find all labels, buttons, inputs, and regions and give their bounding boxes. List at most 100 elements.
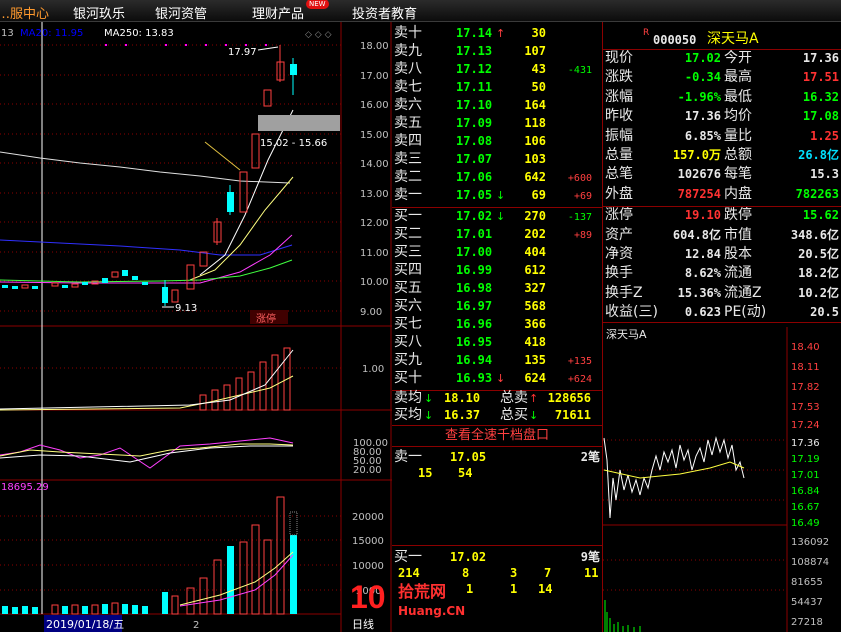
view-full-depth-button[interactable]: 查看全速千档盘口 bbox=[392, 427, 602, 444]
sell-level-row[interactable]: 卖二 17.06 642 +600 bbox=[392, 169, 602, 187]
arrow-down-icon: ↓ bbox=[496, 189, 506, 202]
buy-level-row[interactable]: 买九 16.94 135 +135 bbox=[392, 352, 602, 370]
buy-level-row[interactable]: 买五 16.98 327 bbox=[392, 280, 602, 298]
buy-level-volume: 418 bbox=[524, 335, 546, 349]
sell-level-change bbox=[548, 26, 592, 43]
sell-level-row[interactable]: 卖九 17.13 107 bbox=[392, 43, 602, 61]
ask1-label: 卖一 bbox=[394, 449, 422, 465]
sell-level-row[interactable]: 卖五 17.09 118 bbox=[392, 115, 602, 133]
buy-level-change bbox=[548, 245, 592, 262]
price-axis-18: 18.00 bbox=[360, 41, 389, 52]
buy-level-label: 买二 bbox=[394, 226, 422, 242]
sell-level-price: 17.12 bbox=[456, 62, 493, 76]
bid1-qty: 1 bbox=[510, 582, 518, 596]
sell-level-row[interactable]: 卖三 17.07 103 bbox=[392, 151, 602, 169]
menu-item-yinhe-asset[interactable]: 银河资管 bbox=[155, 3, 207, 22]
buy-level-row[interactable]: 买十 16.93 624 +624 ↓ bbox=[392, 370, 602, 388]
sell-level-label: 卖八 bbox=[394, 61, 422, 77]
quote-field-value: 16.32 bbox=[802, 89, 839, 104]
buy-level-price: 16.97 bbox=[456, 299, 493, 313]
sell-level-change bbox=[548, 116, 592, 133]
bid1-label: 买一 bbox=[394, 549, 422, 565]
sell-level-label: 卖六 bbox=[394, 97, 422, 113]
sell-level-row[interactable]: 卖六 17.10 164 bbox=[392, 97, 602, 115]
ma-green bbox=[0, 259, 293, 283]
sell-level-row[interactable]: 卖八 17.12 43 -431 bbox=[392, 61, 602, 79]
buy-level-price: 16.98 bbox=[456, 281, 493, 295]
sell-level-label: 卖七 bbox=[394, 79, 422, 95]
new-badge: NEW bbox=[306, 0, 329, 9]
quote-row: 换手 8.62% 流通 18.2亿 bbox=[603, 265, 841, 284]
buy-level-label: 买五 bbox=[394, 280, 422, 296]
buy-level-row[interactable]: 买三 17.00 404 bbox=[392, 244, 602, 262]
price-axis-15: 15.00 bbox=[360, 130, 389, 141]
quote-field-value: 19.10 bbox=[684, 208, 721, 223]
menu-item-service[interactable]: …服中心 bbox=[0, 3, 49, 22]
quote-row: 涨停 19.10 跌停 15.62 bbox=[603, 207, 841, 226]
quote-field-label: 内盘 bbox=[724, 185, 752, 202]
quote-field-label: 跌停 bbox=[724, 207, 752, 224]
quote-field-label: 均价 bbox=[724, 108, 752, 125]
candles bbox=[2, 45, 297, 306]
buy-level-volume: 568 bbox=[524, 299, 546, 313]
watermark-text: 拾荒网 bbox=[398, 582, 447, 601]
menu-bar: …服中心 银河玖乐 银河资管 理财产品 NEW 投资者教育 bbox=[0, 0, 841, 22]
buy-level-row[interactable]: 买六 16.97 568 bbox=[392, 298, 602, 316]
total-sell-value: 128656 bbox=[547, 391, 591, 405]
buy-level-row[interactable]: 买一 17.02 270 -137 ↓ bbox=[392, 208, 602, 226]
r-badge: R bbox=[643, 28, 650, 38]
quote-field-value: 0.623 bbox=[684, 305, 721, 320]
avg-sell-value: 18.10 bbox=[444, 391, 481, 405]
quote-field-value: 157.0万 bbox=[672, 148, 721, 162]
sell-level-price: 17.14 bbox=[456, 26, 493, 40]
buy-level-row[interactable]: 买二 17.01 202 +89 bbox=[392, 226, 602, 244]
sell-level-row[interactable]: 卖一 17.05 69 +69 ↓ bbox=[392, 187, 602, 205]
quote-field-label: 市值 bbox=[724, 226, 752, 243]
buy-level-label: 买六 bbox=[394, 298, 422, 314]
range-box bbox=[258, 115, 340, 131]
menu-item-investor-edu[interactable]: 投资者教育 bbox=[352, 3, 417, 22]
price-axis-11: 11.00 bbox=[360, 248, 389, 259]
sell-level-row[interactable]: 卖四 17.08 106 bbox=[392, 133, 602, 151]
buy-level-row[interactable]: 买八 16.95 418 bbox=[392, 334, 602, 352]
quote-row: 总笔 102676 每笔 15.3 bbox=[603, 166, 841, 185]
sell-level-volume: 642 bbox=[524, 170, 546, 184]
quote-row: 外盘 787254 内盘 782263 bbox=[603, 186, 841, 205]
total-buy-value: 71611 bbox=[554, 408, 591, 422]
quote-field-label: 现价 bbox=[605, 50, 633, 66]
date-label: 2019/01/18/五 bbox=[46, 618, 124, 631]
quote-field-label: 最高 bbox=[724, 69, 752, 86]
quote-row: 收益(三) 0.623 PE(动) 20.5 bbox=[603, 304, 841, 323]
buy-level-label: 买四 bbox=[394, 262, 422, 278]
sell-level-volume: 43 bbox=[531, 62, 546, 76]
amt-axis-15000: 15000 bbox=[352, 536, 384, 547]
quote-field-label: 涨幅 bbox=[605, 88, 633, 105]
watermark: 10 拾荒网 Huang.CN bbox=[350, 575, 490, 632]
sell-level-row[interactable]: 卖十 17.14 30 ↑ bbox=[392, 25, 602, 43]
quote-field-label: 总笔 bbox=[605, 166, 633, 183]
bid1-count: 9笔 bbox=[580, 550, 600, 564]
quote-field-value: 15.36% bbox=[677, 285, 721, 300]
intraday-vol-axis: 136092 bbox=[791, 537, 829, 548]
buy-level-change bbox=[548, 281, 592, 298]
sell-level-change bbox=[548, 98, 592, 115]
buy-level-price: 17.00 bbox=[456, 245, 493, 259]
kline-chart[interactable]: 13 MA20: 11.95 MA250: 13.83 18.00 17.00 … bbox=[0, 22, 392, 632]
stock-code: 000050 bbox=[653, 33, 697, 47]
order-book: 卖十 17.14 30 ↑ 卖九 17.13 107 卖八 17.12 43 -431 卖七 17.11… bbox=[392, 22, 602, 632]
quote-field-value: 12.84 bbox=[684, 247, 721, 261]
buy-level-volume: 202 bbox=[524, 227, 546, 241]
sell-level-row[interactable]: 卖七 17.11 50 bbox=[392, 79, 602, 97]
sell-level-volume: 103 bbox=[524, 152, 546, 166]
menu-item-yinhe-joy[interactable]: 银河玖乐 bbox=[73, 3, 125, 22]
buy-level-row[interactable]: 买四 16.99 612 bbox=[392, 262, 602, 280]
buy-level-volume: 404 bbox=[524, 245, 546, 259]
quote-row: 昨收 17.36 均价 17.08 bbox=[603, 108, 841, 127]
intraday-title: 深天马A bbox=[606, 328, 647, 341]
sell-level-change bbox=[548, 80, 592, 97]
menu-item-wealth[interactable]: 理财产品 bbox=[252, 3, 304, 22]
intraday-chart[interactable]: 深天马A 18.40 18.11 17.82 17.53 17.24 17.36… bbox=[603, 327, 841, 632]
buy-level-row[interactable]: 买七 16.96 366 bbox=[392, 316, 602, 334]
buy-level-price: 16.94 bbox=[456, 353, 493, 367]
quote-field-value: 348.6亿 bbox=[790, 227, 839, 242]
